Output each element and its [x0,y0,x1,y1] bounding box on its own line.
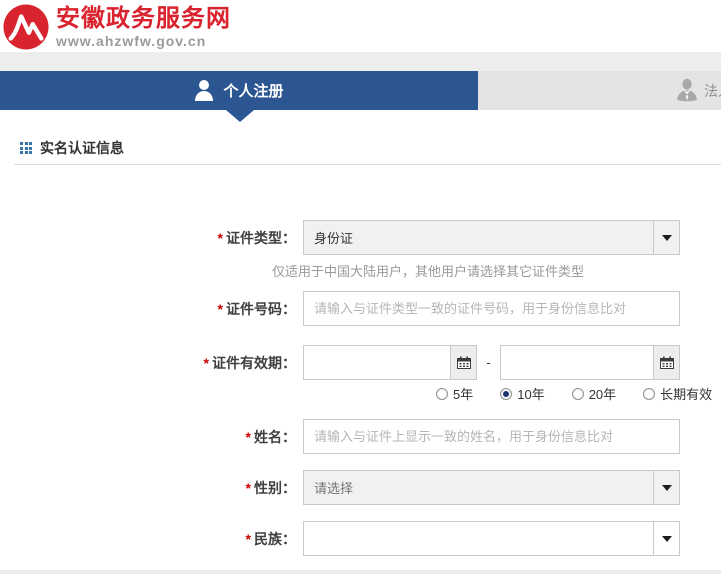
cert-type-dropdown-button[interactable] [653,221,679,254]
ethnicity-row: *民族： [0,521,680,556]
chevron-down-icon [662,485,672,491]
tab-personal-register[interactable]: 个人注册 [0,71,478,110]
validity-end-input[interactable] [501,346,653,379]
cert-type-select[interactable]: 身份证 [303,220,680,255]
required-marker: * [246,480,251,496]
tab-personal-label: 个人注册 [223,80,283,101]
required-marker: * [246,531,251,547]
radio-label: 长期有效 [660,384,712,403]
validity-label: *证件有效期： [0,353,296,373]
tab-corporate-label: 法人 [704,81,721,101]
radio-button [436,388,448,400]
tab-corporate-register[interactable]: 法人 [478,71,721,110]
registration-tabs: 个人注册 法人 [0,71,721,110]
cert-number-row: *证件号码： [0,291,680,326]
validity-end-box [500,345,680,380]
section-header: 实名认证信息 [20,138,124,158]
validity-preset-options: 5年 10年 20年 长期有效 [436,384,712,403]
gender-select[interactable]: 请选择 [303,470,680,505]
cert-type-row: *证件类型： 身份证 [0,220,680,255]
section-divider [14,164,721,165]
required-marker: * [204,355,209,371]
radio-button [572,388,584,400]
site-url: www.ahzwfw.gov.cn [56,33,231,49]
validity-end-calendar-button[interactable] [653,346,679,379]
validity-option-longterm[interactable]: 长期有效 [643,384,712,403]
tab-corporate-inner: 法人 [676,71,721,110]
validity-start-box [303,345,477,380]
calendar-icon [457,356,471,369]
page: 安徽政务服务网 www.ahzwfw.gov.cn 个人注册 法人 [0,0,721,574]
validity-option-10y[interactable]: 10年 [500,384,544,403]
radio-button [500,388,512,400]
name-row: *姓名： [0,419,680,454]
cert-type-label: *证件类型： [0,228,296,248]
site-name: 安徽政务服务网 [56,6,231,32]
logo-icon [3,4,49,50]
header-divider-band [0,52,721,71]
chevron-down-icon [662,536,672,542]
calendar-icon [660,356,674,369]
validity-option-5y[interactable]: 5年 [436,384,473,403]
radio-label: 5年 [453,384,473,403]
ethnicity-value [304,522,653,555]
business-person-icon [676,78,698,104]
cert-number-input[interactable] [303,291,680,326]
logo-text: 安徽政务服务网 www.ahzwfw.gov.cn [56,6,231,49]
validity-option-20y[interactable]: 20年 [572,384,616,403]
site-logo[interactable]: 安徽政务服务网 www.ahzwfw.gov.cn [3,4,231,50]
validity-start-calendar-button[interactable] [450,346,476,379]
ethnicity-select[interactable] [303,521,680,556]
required-marker: * [218,301,223,317]
ethnicity-dropdown-button[interactable] [653,522,679,555]
ethnicity-label: *民族： [0,529,296,549]
chevron-down-icon [662,235,672,241]
validity-date-group: - [303,345,680,380]
cert-type-hint: 仅适用于中国大陆用户，其他用户请选择其它证件类型 [272,261,584,280]
required-marker: * [218,230,223,246]
radio-label: 10年 [517,384,544,403]
name-label: *姓名： [0,427,296,447]
radio-label: 20年 [589,384,616,403]
cert-number-label: *证件号码： [0,299,296,319]
bottom-section-edge [0,570,721,574]
gender-dropdown-button[interactable] [653,471,679,504]
active-tab-pointer [226,110,254,122]
cert-type-value: 身份证 [304,221,653,254]
section-title: 实名认证信息 [40,138,124,158]
radio-button [643,388,655,400]
validity-start-input[interactable] [304,346,450,379]
validity-row: *证件有效期： - [0,345,680,380]
date-range-separator: - [477,355,500,370]
name-input[interactable] [303,419,680,454]
grid-icon [20,142,32,154]
gender-row: *性别： 请选择 [0,470,680,505]
required-marker: * [246,429,251,445]
gender-value: 请选择 [304,471,653,504]
person-icon [194,79,214,103]
gender-label: *性别： [0,478,296,498]
